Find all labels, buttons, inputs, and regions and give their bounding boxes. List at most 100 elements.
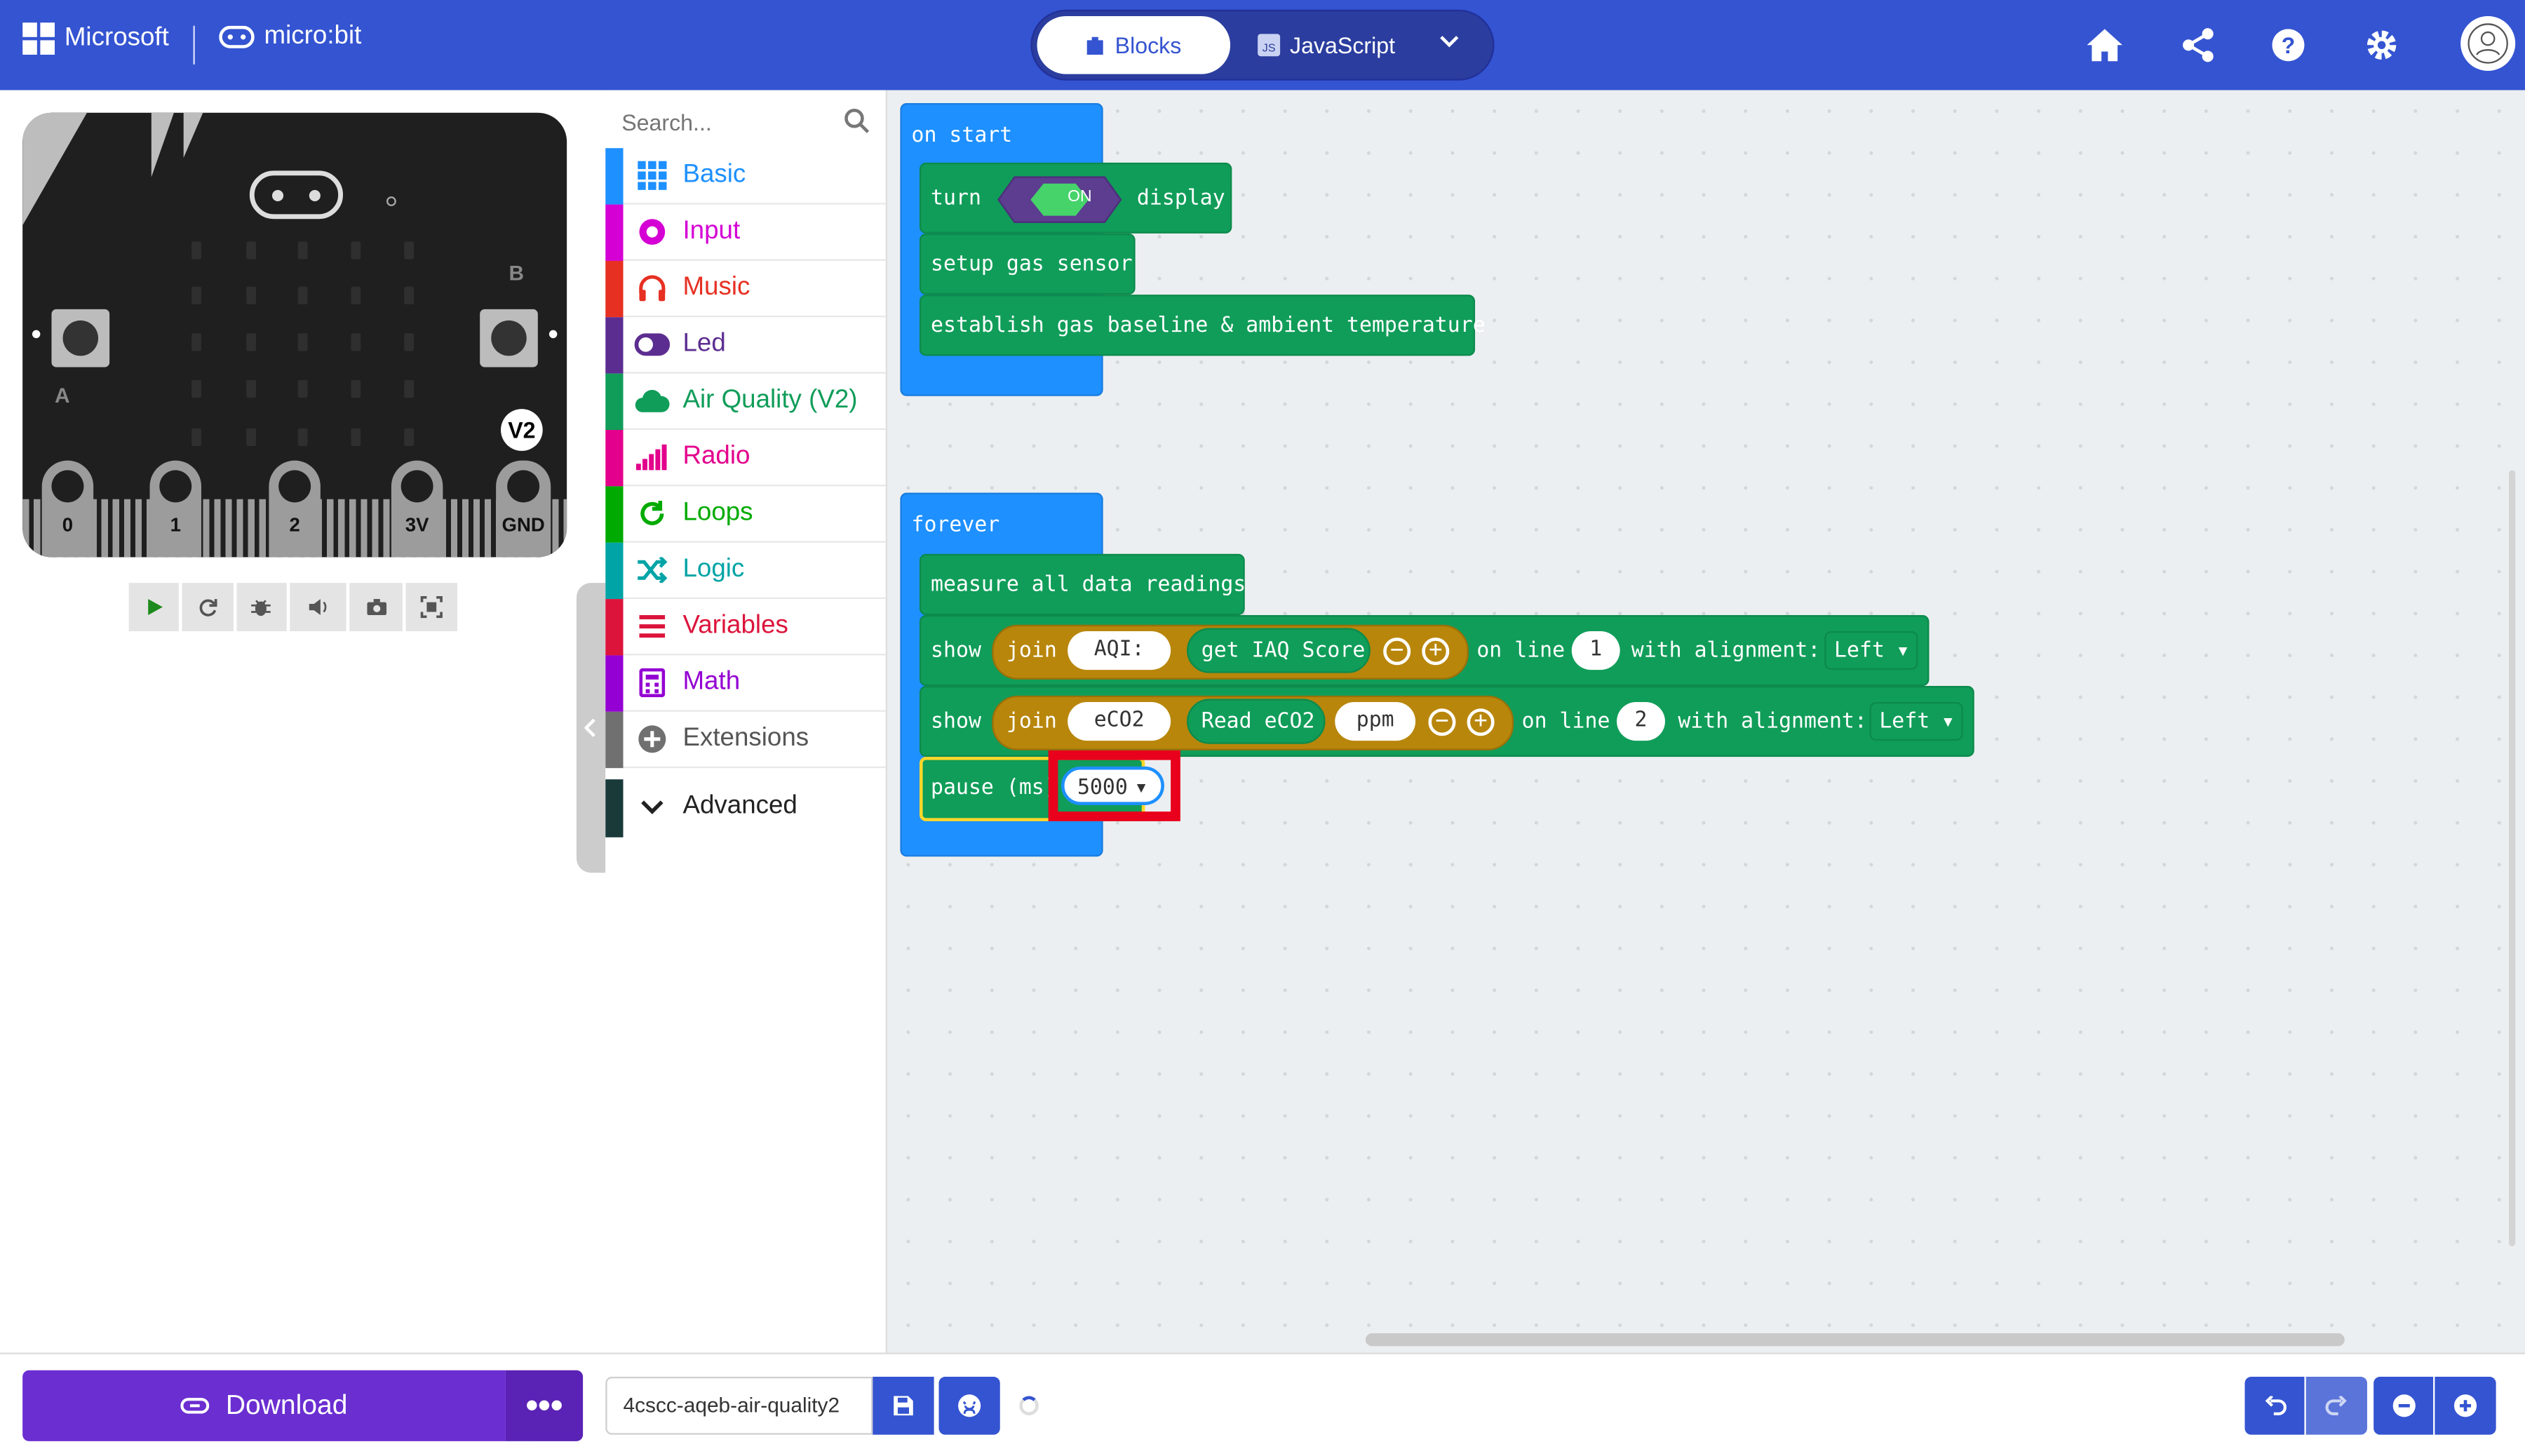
microbit-label: micro:bit xyxy=(264,22,362,50)
get-iaq-score-block[interactable]: get IAQ Score xyxy=(1187,628,1371,673)
microbit-simulator[interactable]: A B V2 0 1 2 3V GND xyxy=(22,112,567,558)
text-input-eco2[interactable]: eCO2 xyxy=(1068,702,1171,741)
download-label: Download xyxy=(225,1389,348,1420)
join-block[interactable]: join AQI: get IAQ Score − + xyxy=(992,624,1469,680)
category-air-quality[interactable]: Air Quality (V2) xyxy=(605,373,886,431)
category-label: Air Quality (V2) xyxy=(682,386,858,414)
pin-3v[interactable]: 3V xyxy=(391,460,443,558)
category-led[interactable]: Led xyxy=(605,317,886,374)
tab-blocks[interactable]: Blocks xyxy=(1037,15,1231,74)
join-block[interactable]: join eCO2 Read eCO2 ppm − + xyxy=(992,695,1514,750)
search-input[interactable] xyxy=(618,100,851,145)
category-logic[interactable]: Logic xyxy=(605,542,886,600)
share-icon[interactable] xyxy=(2172,20,2223,71)
fullscreen-icon[interactable] xyxy=(405,583,458,631)
pin-2[interactable]: 2 xyxy=(269,460,321,558)
settings-icon[interactable] xyxy=(2356,20,2407,71)
led-4-2 xyxy=(297,428,308,446)
category-basic[interactable]: Basic xyxy=(605,148,886,205)
play-icon[interactable] xyxy=(128,583,180,631)
more-options-button[interactable]: ••• xyxy=(505,1370,584,1441)
alignment-dropdown[interactable]: Left ▼ xyxy=(1869,702,1963,741)
mic-indicator xyxy=(386,196,396,206)
show-line-1-block[interactable]: show join AQI: get IAQ Score − + on line… xyxy=(919,615,1930,687)
version-badge: V2 xyxy=(501,409,543,451)
led-1-0 xyxy=(191,286,201,304)
undo-icon[interactable] xyxy=(2244,1376,2305,1435)
button-a-label: A xyxy=(55,383,70,407)
category-math[interactable]: Math xyxy=(605,655,886,712)
measure-readings-block[interactable]: measure all data readings xyxy=(919,553,1246,616)
led-3-4 xyxy=(404,379,415,398)
plus-icon[interactable]: + xyxy=(1467,708,1495,736)
chevron-down-icon[interactable] xyxy=(1438,31,1460,62)
pin-1[interactable]: 1 xyxy=(149,460,201,558)
join-label: join xyxy=(1006,639,1057,663)
horizontal-scrollbar[interactable] xyxy=(1365,1333,2345,1347)
debug-icon[interactable] xyxy=(236,583,287,631)
category-extensions[interactable]: Extensions xyxy=(605,711,886,769)
restart-icon[interactable] xyxy=(182,583,234,631)
help-icon[interactable]: ? xyxy=(2263,20,2314,71)
alignment-label: with alignment: xyxy=(1678,710,1867,734)
collapse-simulator-handle[interactable] xyxy=(576,583,606,873)
grid-icon xyxy=(635,158,671,194)
microsoft-logo[interactable]: Microsoft xyxy=(22,22,169,55)
setup-gas-sensor-block[interactable]: setup gas sensor xyxy=(919,233,1136,295)
user-avatar-icon xyxy=(2467,23,2508,64)
button-b[interactable] xyxy=(480,309,538,368)
text-input-aqi[interactable]: AQI: xyxy=(1068,631,1171,670)
blocks-workspace[interactable]: on start turn ON display setup gas senso… xyxy=(887,90,2525,1353)
avatar[interactable] xyxy=(2460,15,2516,72)
category-music[interactable]: Music xyxy=(605,260,886,318)
turn-display-block[interactable]: turn ON display xyxy=(919,162,1232,234)
on-off-toggle[interactable] xyxy=(995,174,1124,225)
zoom-in-icon[interactable] xyxy=(2435,1376,2496,1435)
pin-gnd[interactable]: GND xyxy=(496,460,551,558)
forever-label: forever xyxy=(911,513,1000,538)
divider xyxy=(193,25,195,65)
home-icon[interactable] xyxy=(2079,20,2130,71)
category-radio[interactable]: Radio xyxy=(605,430,886,487)
category-advanced[interactable]: Advanced xyxy=(605,779,885,837)
github-icon[interactable] xyxy=(938,1376,1000,1435)
led-4-0 xyxy=(191,428,201,446)
microbit-logo[interactable]: micro:bit xyxy=(219,22,361,51)
save-icon[interactable] xyxy=(873,1376,934,1435)
led-0-2 xyxy=(297,241,308,259)
on-start-label: on start xyxy=(911,123,1013,149)
show-line-2-block[interactable]: show join eCO2 Read eCO2 ppm − + on line… xyxy=(919,686,1974,757)
category-label: Logic xyxy=(682,555,745,584)
project-name-input[interactable]: 4cscc-aqeb-air-quality2 xyxy=(605,1376,873,1435)
sound-icon[interactable] xyxy=(290,583,347,631)
link-icon xyxy=(180,1398,210,1414)
download-button[interactable]: Download xyxy=(22,1370,506,1441)
redo-icon[interactable] xyxy=(2305,1376,2367,1435)
vertical-scrollbar[interactable] xyxy=(2509,470,2516,1247)
minus-icon[interactable]: − xyxy=(1428,708,1456,736)
bottom-toolbar: Download ••• 4cscc-aqeb-air-quality2 xyxy=(0,1352,2525,1456)
category-label: Basic xyxy=(682,161,746,189)
led-1-3 xyxy=(351,286,361,304)
category-variables[interactable]: Variables xyxy=(605,599,886,656)
plus-icon[interactable]: + xyxy=(1422,638,1450,666)
screenshot-icon[interactable] xyxy=(349,583,403,631)
read-eco2-block[interactable]: Read eCO2 xyxy=(1187,699,1326,744)
text-input-ppm[interactable]: ppm xyxy=(1335,702,1416,741)
pause-duration-dropdown[interactable]: 5000 ▼ xyxy=(1060,766,1164,805)
establish-baseline-block[interactable]: establish gas baseline & ambient tempera… xyxy=(919,295,1486,356)
tab-javascript[interactable]: JS JavaScript xyxy=(1258,16,1395,74)
category-input[interactable]: Input xyxy=(605,204,886,261)
search-icon[interactable] xyxy=(844,108,870,142)
alignment-dropdown[interactable]: Left ▼ xyxy=(1824,631,1918,670)
svg-text:JS: JS xyxy=(1262,41,1276,54)
button-a[interactable] xyxy=(51,309,110,368)
minus-icon[interactable]: − xyxy=(1383,638,1411,666)
category-loops[interactable]: Loops xyxy=(605,486,886,543)
toolbox-search[interactable] xyxy=(605,93,885,148)
pin-0[interactable]: 0 xyxy=(41,460,94,558)
category-label: Input xyxy=(682,217,741,245)
line-number-input[interactable]: 2 xyxy=(1617,702,1665,741)
line-number-input[interactable]: 1 xyxy=(1571,631,1620,670)
zoom-out-icon[interactable] xyxy=(2374,1376,2434,1435)
